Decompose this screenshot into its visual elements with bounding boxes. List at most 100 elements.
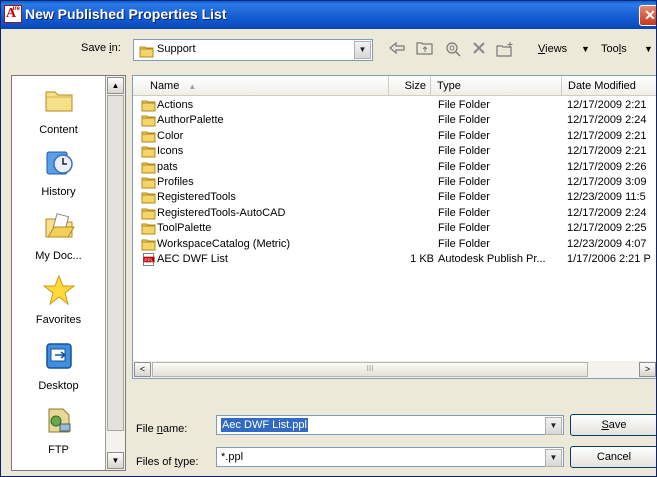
column-header-name[interactable]: Name ▲ [133,76,389,96]
file-row[interactable]: Actions File Folder 12/17/2009 2:21 [133,98,656,113]
desktop-icon [45,343,72,369]
file-type-cell: File Folder [438,222,490,235]
folder-icon [141,239,156,251]
file-name-cell: WorkspaceCatalog (Metric) [157,237,291,250]
folder-icon [141,208,156,220]
file-date-cell: 12/17/2009 3:09 [567,176,647,188]
file-type-value: *.ppl [221,451,244,463]
file-date-cell: 12/17/2009 2:25 [567,222,647,235]
file-name-cell: AuthorPalette [157,114,224,127]
save-dialog: Aire New Published Properties List ✕ Sav… [0,0,657,477]
place-content[interactable]: Content [12,84,105,136]
folder-icon [141,100,156,112]
folder-icon [45,91,72,112]
file-type-cell: File Folder [438,191,490,204]
file-row[interactable]: WorkspaceCatalog (Metric) File Folder 12/2… [133,237,656,252]
tools-dropdown-icon[interactable]: ▼ [644,44,653,54]
file-date-cell: 12/17/2009 2:21 [567,145,647,158]
save-button[interactable]: Save [570,414,656,436]
file-row[interactable]: RegisteredTools-AutoCAD File Folder 12/17/… [133,206,656,221]
folder-icon [141,162,156,174]
file-type-cell: File Folder [438,237,490,250]
scroll-down-arrow-icon[interactable]: ▼ [107,452,124,469]
place-favorites[interactable]: Favorites [12,274,105,326]
column-header-date[interactable]: Date Modified [562,76,656,96]
file-date-cell: 12/23/2009 4:07 [567,237,647,250]
history-clock-icon [46,151,73,175]
file-date-cell: 12/17/2009 2:24 [567,114,647,127]
sort-ascending-icon: ▲ [188,82,197,91]
scroll-thumb[interactable]: III [152,362,588,377]
chevron-down-icon[interactable]: ▼ [354,41,371,59]
new-folder-icon[interactable] [495,41,515,59]
scroll-right-arrow-icon[interactable]: > [639,362,656,377]
folder-icon [139,46,154,58]
folder-icon [141,223,156,235]
folder-icon [141,192,156,204]
file-date-cell: 12/17/2009 2:24 [567,206,647,219]
column-header-type[interactable]: Type [431,76,562,96]
up-folder-icon[interactable] [415,41,435,59]
file-name-label: File name: [136,423,188,435]
place-my-documents[interactable]: My Doc... [12,210,105,262]
autocad-app-icon: Aire [4,5,22,23]
folder-icon [141,115,156,127]
scroll-up-arrow-icon[interactable]: ▲ [107,77,124,94]
folder-icon [141,131,156,143]
tools-menu[interactable]: Tools [601,43,627,55]
file-row[interactable]: RegisteredTools File Folder 12/23/2009 11:… [133,190,656,205]
file-date-cell: 12/17/2009 2:21 [567,99,647,111]
place-history[interactable]: History [12,146,105,198]
file-list[interactable]: Name ▲ Size Type Date Modified Actions Fi… [132,75,656,379]
back-arrow-icon[interactable] [387,41,407,59]
save-in-value: Support [157,43,196,55]
file-list-horizontal-scrollbar[interactable]: < III > [133,361,656,378]
folder-icon [141,177,156,189]
views-dropdown-icon[interactable]: ▼ [581,44,590,54]
svg-text:PPL: PPL [144,257,153,262]
title-bar[interactable]: Aire New Published Properties List ✕ [1,1,656,29]
my-documents-icon [45,213,75,238]
places-bar: Content History My Doc... Favorites Desk… [11,75,126,471]
file-row[interactable]: PPL AEC DWF List 1 KB Autodesk Publish Pr..… [133,252,656,267]
file-type-cell: File Folder [438,145,490,158]
file-row[interactable]: Color File Folder 12/17/2009 2:21 [133,129,656,144]
file-size-cell: 1 KB [410,253,434,265]
save-in-combo[interactable]: Support ▼ [133,39,373,61]
file-row[interactable]: Profiles File Folder 12/17/2009 3:09 [133,175,656,190]
close-button[interactable]: ✕ [639,5,656,26]
cancel-button[interactable]: Cancel [570,446,656,468]
file-name-value: Aec DWF List.ppl [221,418,308,432]
file-type-cell: Autodesk Publish Pr... [438,253,546,265]
file-type-cell: File Folder [438,114,490,127]
window-title: New Published Properties List [25,6,227,22]
file-type-select[interactable]: *.ppl ▼ [216,447,564,467]
file-name-input[interactable]: Aec DWF List.ppl ▼ [216,415,564,435]
file-date-cell: 1/17/2006 2:21 P [567,253,651,265]
file-type-cell: File Folder [438,206,490,219]
column-header-size[interactable]: Size [389,76,431,96]
file-date-cell: 12/17/2009 2:21 [567,129,647,142]
views-menu[interactable]: Views [538,43,567,55]
place-desktop[interactable]: Desktop [12,340,105,392]
file-name-cell: ToolPalette [157,222,212,235]
scroll-thumb[interactable] [107,95,124,431]
file-date-cell: 12/23/2009 11:5 [567,191,646,204]
delete-icon[interactable] [469,41,489,59]
places-scrollbar[interactable]: ▲ ▼ [106,76,125,470]
place-ftp[interactable]: FTP [12,404,105,456]
chevron-down-icon[interactable]: ▼ [545,417,562,435]
file-name-cell: RegisteredTools [157,191,236,204]
file-row[interactable]: ToolPalette File Folder 12/17/2009 2:25 [133,221,656,236]
file-row[interactable]: Icons File Folder 12/17/2009 2:21 [133,144,656,159]
folder-icon [141,146,156,158]
scroll-left-arrow-icon[interactable]: < [134,362,151,377]
search-web-icon[interactable] [443,41,463,59]
file-row[interactable]: AuthorPalette File Folder 12/17/2009 2:24 [133,113,656,128]
chevron-down-icon[interactable]: ▼ [545,449,562,467]
file-type-cell: File Folder [438,99,490,111]
ppl-file-icon: PPL [142,253,155,266]
file-row[interactable]: pats File Folder 12/17/2009 2:26 [133,160,656,175]
file-name-cell: Color [157,129,184,142]
file-name-cell: Profiles [157,176,194,188]
